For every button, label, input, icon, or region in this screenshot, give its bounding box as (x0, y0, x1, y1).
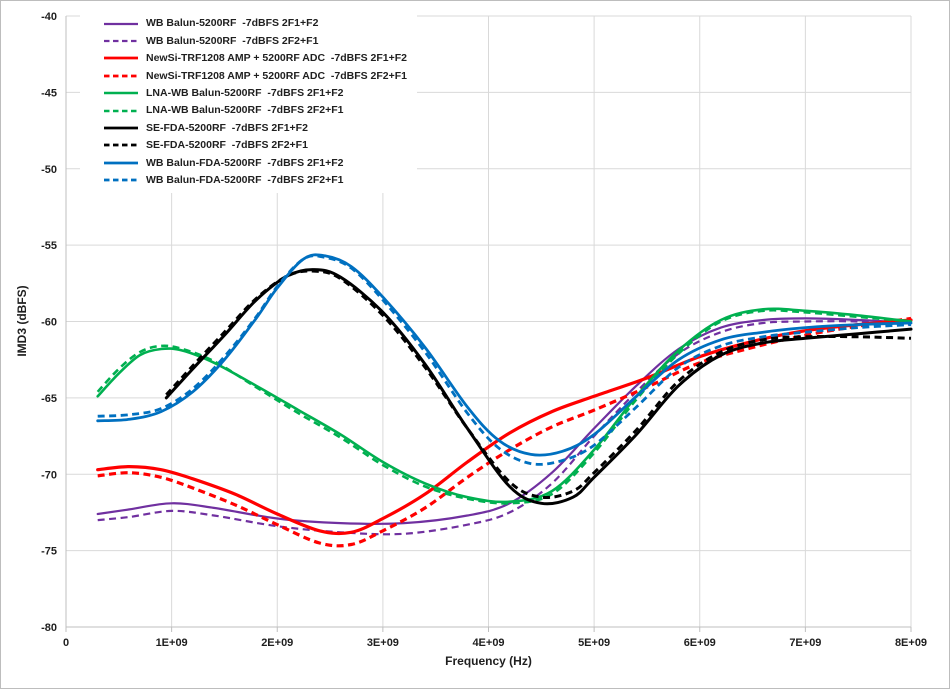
y-axis-title: IMD3 (dBFS) (15, 285, 29, 356)
legend-label: WB Balun-5200RF -7dBFS 2F2+F1 (146, 36, 318, 47)
legend-label: NewSi-TRF1208 AMP + 5200RF ADC -7dBFS 2F… (146, 71, 407, 82)
legend-item: LNA-WB Balun-5200RF -7dBFS 2F1+F2 (80, 85, 407, 102)
y-tick-label: -75 (41, 546, 57, 558)
legend-label: NewSi-TRF1208 AMP + 5200RF ADC -7dBFS 2F… (146, 53, 407, 64)
legend-dashed-line-swatch (103, 73, 139, 79)
y-tick-label: -50 (41, 164, 57, 176)
series-line-0 (98, 318, 911, 523)
imd3-vs-frequency-chart: -40 -45 -50 -55 -60 -65 -70 -75 -80 0 1E+09 2E+09 3E… (0, 0, 950, 689)
series-line-8 (98, 255, 911, 455)
legend-label: WB Balun-FDA-5200RF -7dBFS 2F2+F1 (146, 175, 344, 186)
legend-label: LNA-WB Balun-5200RF -7dBFS 2F1+F2 (146, 88, 344, 99)
legend-item: WB Balun-5200RF -7dBFS 2F1+F2 (80, 15, 407, 32)
x-tick-label: 2E+09 (261, 637, 293, 649)
y-tick-label: -70 (41, 469, 57, 481)
x-tick-label: 5E+09 (578, 637, 610, 649)
legend-item: WB Balun-FDA-5200RF -7dBFS 2F1+F2 (80, 154, 407, 171)
legend-label: LNA-WB Balun-5200RF -7dBFS 2F2+F1 (146, 105, 344, 116)
legend-dashed-line-swatch (103, 108, 139, 114)
x-tick-label: 6E+09 (684, 637, 716, 649)
chart-legend: WB Balun-5200RF -7dBFS 2F1+F2 WB Balun-52… (80, 11, 417, 193)
legend-dashed-line-swatch (103, 142, 139, 148)
y-tick-label: -55 (41, 240, 57, 252)
legend-item: NewSi-TRF1208 AMP + 5200RF ADC -7dBFS 2F… (80, 67, 407, 84)
legend-dashed-line-swatch (103, 38, 139, 44)
legend-label: WB Balun-FDA-5200RF -7dBFS 2F1+F2 (146, 158, 344, 169)
x-tick-label: 3E+09 (367, 637, 399, 649)
series-line-6 (166, 270, 911, 504)
x-tick-label: 8E+09 (895, 637, 927, 649)
x-axis-title: Frequency (Hz) (66, 654, 911, 668)
x-tick-label: 7E+09 (789, 637, 821, 649)
legend-solid-line-swatch (103, 160, 139, 166)
x-tick-label: 1E+09 (156, 637, 188, 649)
y-tick-label: -60 (41, 317, 57, 329)
legend-item: SE-FDA-5200RF -7dBFS 2F1+F2 (80, 119, 407, 136)
legend-solid-line-swatch (103, 90, 139, 96)
legend-item: WB Balun-FDA-5200RF -7dBFS 2F2+F1 (80, 172, 407, 189)
y-tick-label: -80 (41, 622, 57, 634)
y-tick-label: -65 (41, 393, 57, 405)
y-tick-label: -40 (41, 11, 57, 23)
x-tick-label: 4E+09 (472, 637, 504, 649)
legend-dashed-line-swatch (103, 177, 139, 183)
legend-label: WB Balun-5200RF -7dBFS 2F1+F2 (146, 18, 318, 29)
legend-label: SE-FDA-5200RF -7dBFS 2F2+F1 (146, 140, 308, 151)
legend-label: SE-FDA-5200RF -7dBFS 2F1+F2 (146, 123, 308, 134)
y-tick-label: -45 (41, 87, 57, 99)
legend-item: WB Balun-5200RF -7dBFS 2F2+F1 (80, 32, 407, 49)
legend-item: SE-FDA-5200RF -7dBFS 2F2+F1 (80, 137, 407, 154)
x-tick-label: 0 (63, 637, 69, 649)
series-line-9 (98, 256, 911, 465)
legend-solid-line-swatch (103, 21, 139, 27)
series-line-3 (98, 318, 911, 545)
legend-solid-line-swatch (103, 55, 139, 61)
legend-item: LNA-WB Balun-5200RF -7dBFS 2F2+F1 (80, 102, 407, 119)
legend-solid-line-swatch (103, 125, 139, 131)
legend-item: NewSi-TRF1208 AMP + 5200RF ADC -7dBFS 2F… (80, 50, 407, 67)
